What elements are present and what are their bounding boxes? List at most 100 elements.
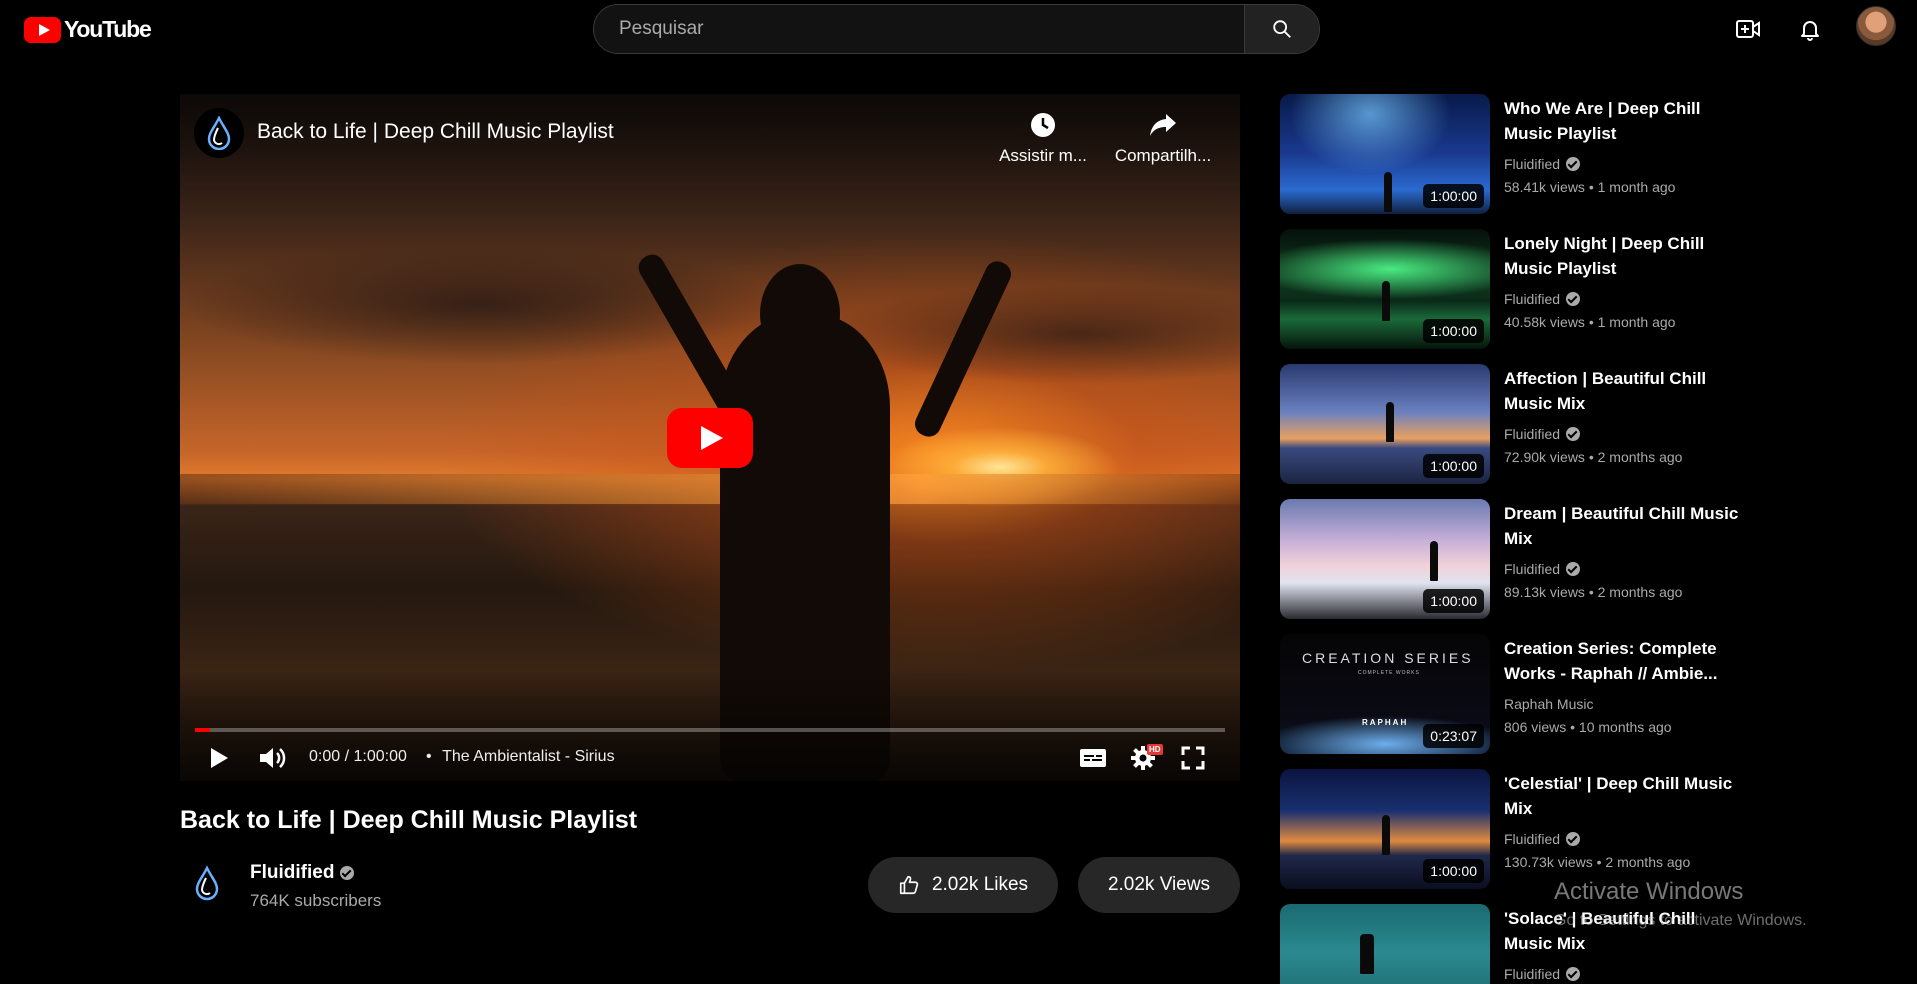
share-button[interactable]: Compartilh... <box>1108 110 1218 166</box>
verified-icon <box>340 866 355 880</box>
subtitles-button[interactable] <box>1075 740 1111 776</box>
thumbnail-title-text: CREATION SERIES <box>1302 650 1474 666</box>
duration-badge: 1:00:00 <box>1423 589 1484 613</box>
related-meta: 40.58k views • 1 month ago <box>1504 314 1676 330</box>
video-thumbnail[interactable]: 1:00:00 <box>1280 364 1490 484</box>
chapter-info[interactable]: • The Ambientalist - Sirius <box>426 748 615 766</box>
water-drop-logo-icon <box>195 865 219 901</box>
related-channel-name: Fluidified <box>1504 156 1561 172</box>
hd-badge: HD <box>1147 744 1163 755</box>
search-button[interactable] <box>1244 5 1319 53</box>
thumbs-up-icon <box>899 875 919 895</box>
fullscreen-button[interactable] <box>1175 740 1211 776</box>
related-channel-name: Fluidified <box>1504 426 1561 442</box>
like-button[interactable]: 2.02k Likes <box>868 857 1058 913</box>
channel-avatar[interactable] <box>183 859 231 907</box>
related-channel[interactable]: Fluidified <box>1504 831 1581 847</box>
thumbnail-artist-text: RAPHAH <box>1362 718 1409 727</box>
play-button[interactable] <box>202 740 236 776</box>
player-channel-logo[interactable] <box>194 108 244 158</box>
related-meta: 58.41k views • 1 month ago <box>1504 179 1676 195</box>
time-text: 0:00 / 1:00:00 <box>309 748 407 765</box>
related-channel-name: Fluidified <box>1504 291 1561 307</box>
related-video-card[interactable]: 1:00:00 Dream | Beautiful Chill Music Mi… <box>1280 499 1760 620</box>
logo-text: YouTube <box>64 16 152 42</box>
verified-icon <box>1566 832 1581 846</box>
related-video-card[interactable]: 1:00:00 'Celestial' | Deep Chill Music M… <box>1280 769 1760 890</box>
verified-icon <box>1566 427 1581 441</box>
verified-icon <box>1566 562 1581 576</box>
volume-icon <box>260 748 286 768</box>
verified-icon <box>1566 157 1581 171</box>
related-channel[interactable]: Fluidified <box>1504 156 1581 172</box>
related-channel[interactable]: Fluidified <box>1504 291 1581 307</box>
watch-later-label: Assistir m... <box>999 146 1087 165</box>
related-video-title[interactable]: Who We Are | Deep Chill Music Playlist <box>1504 96 1744 146</box>
video-thumbnail[interactable] <box>1280 904 1490 984</box>
related-channel-name: Fluidified <box>1504 966 1561 982</box>
video-title: Back to Life | Deep Chill Music Playlist <box>180 806 638 834</box>
duration-badge: 0:23:07 <box>1423 724 1484 748</box>
likes-label: 2.02k Likes <box>931 874 1029 895</box>
horizon-glow <box>180 474 1240 504</box>
thumbnail-figure <box>1386 402 1394 442</box>
related-video-title[interactable]: Dream | Beautiful Chill Music Mix <box>1504 501 1744 551</box>
video-player[interactable]: Back to Life | Deep Chill Music Playlist… <box>180 94 1240 781</box>
related-video-card[interactable]: 1:00:00 Lonely Night | Deep Chill Music … <box>1280 229 1760 350</box>
video-thumbnail[interactable]: 1:00:00 <box>1280 499 1490 619</box>
create-video-button[interactable] <box>1733 14 1763 44</box>
clock-icon <box>1031 113 1055 137</box>
share-arrow-icon <box>1150 114 1176 136</box>
related-channel-name: Fluidified <box>1504 831 1561 847</box>
youtube-logo[interactable]: YouTube <box>24 16 152 43</box>
duration-badge: 1:00:00 <box>1423 859 1484 883</box>
activate-windows-title: Activate Windows <box>1554 878 1744 905</box>
related-video-card[interactable]: 1:00:00 Affection | Beautiful Chill Musi… <box>1280 364 1760 485</box>
volume-button[interactable] <box>254 740 290 776</box>
water-drop-logo-icon <box>207 116 231 150</box>
duration-badge: 1:00:00 <box>1423 184 1484 208</box>
related-video-title[interactable]: Creation Series: Complete Works - Raphah… <box>1504 636 1744 686</box>
progress-bar[interactable] <box>195 728 1225 732</box>
search-bar <box>593 4 1320 54</box>
time-display: 0:00 / 1:00:00 <box>309 748 407 766</box>
related-video-title[interactable]: Lonely Night | Deep Chill Music Playlist <box>1504 231 1744 281</box>
video-thumbnail[interactable]: CREATION SERIES COMPLETE WORKS RAPHAH 0:… <box>1280 634 1490 754</box>
video-thumbnail[interactable]: 1:00:00 <box>1280 229 1490 349</box>
verified-icon <box>1566 967 1581 981</box>
related-meta: 130.73k views • 2 months ago <box>1504 854 1691 870</box>
duration-badge: 1:00:00 <box>1423 454 1484 478</box>
watch-later-button[interactable]: Assistir m... <box>988 110 1098 166</box>
progress-fill <box>195 728 211 732</box>
share-label: Compartilh... <box>1114 146 1212 165</box>
search-icon <box>1273 20 1291 38</box>
search-input[interactable] <box>594 5 1244 53</box>
youtube-play-icon <box>24 16 61 43</box>
related-video-title[interactable]: Affection | Beautiful Chill Music Mix <box>1504 366 1744 416</box>
verified-icon <box>1566 292 1581 306</box>
duration-badge: 1:00:00 <box>1423 319 1484 343</box>
chapter-title: The Ambientalist - Sirius <box>442 748 615 765</box>
video-thumbnail[interactable]: 1:00:00 <box>1280 94 1490 214</box>
related-channel[interactable]: Fluidified <box>1504 966 1581 982</box>
top-bar: YouTube <box>0 0 1917 60</box>
bell-icon <box>1801 21 1819 41</box>
large-play-button[interactable] <box>667 408 753 468</box>
related-video-card[interactable]: 1:00:00 Who We Are | Deep Chill Music Pl… <box>1280 94 1760 215</box>
player-title[interactable]: Back to Life | Deep Chill Music Playlist <box>257 120 614 144</box>
user-avatar[interactable] <box>1856 6 1896 46</box>
related-channel[interactable]: Fluidified <box>1504 426 1581 442</box>
related-channel[interactable]: Raphah Music <box>1504 696 1594 712</box>
related-video-card[interactable]: CREATION SERIES COMPLETE WORKS RAPHAH 0:… <box>1280 634 1760 755</box>
related-channel[interactable]: Fluidified <box>1504 561 1581 577</box>
related-video-title[interactable]: 'Celestial' | Deep Chill Music Mix <box>1504 771 1744 821</box>
views-label: 2.02k Views <box>1107 874 1211 895</box>
thumbnail-figure <box>1360 934 1374 974</box>
thumbnail-subtitle-text: COMPLETE WORKS <box>1358 670 1420 676</box>
views-pill: 2.02k Views <box>1078 857 1240 913</box>
thumbnail-figure <box>1382 815 1390 855</box>
video-thumbnail[interactable]: 1:00:00 <box>1280 769 1490 889</box>
channel-name[interactable]: Fluidified <box>250 862 355 884</box>
notifications-button[interactable] <box>1795 14 1825 44</box>
fullscreen-icon <box>1181 746 1205 770</box>
